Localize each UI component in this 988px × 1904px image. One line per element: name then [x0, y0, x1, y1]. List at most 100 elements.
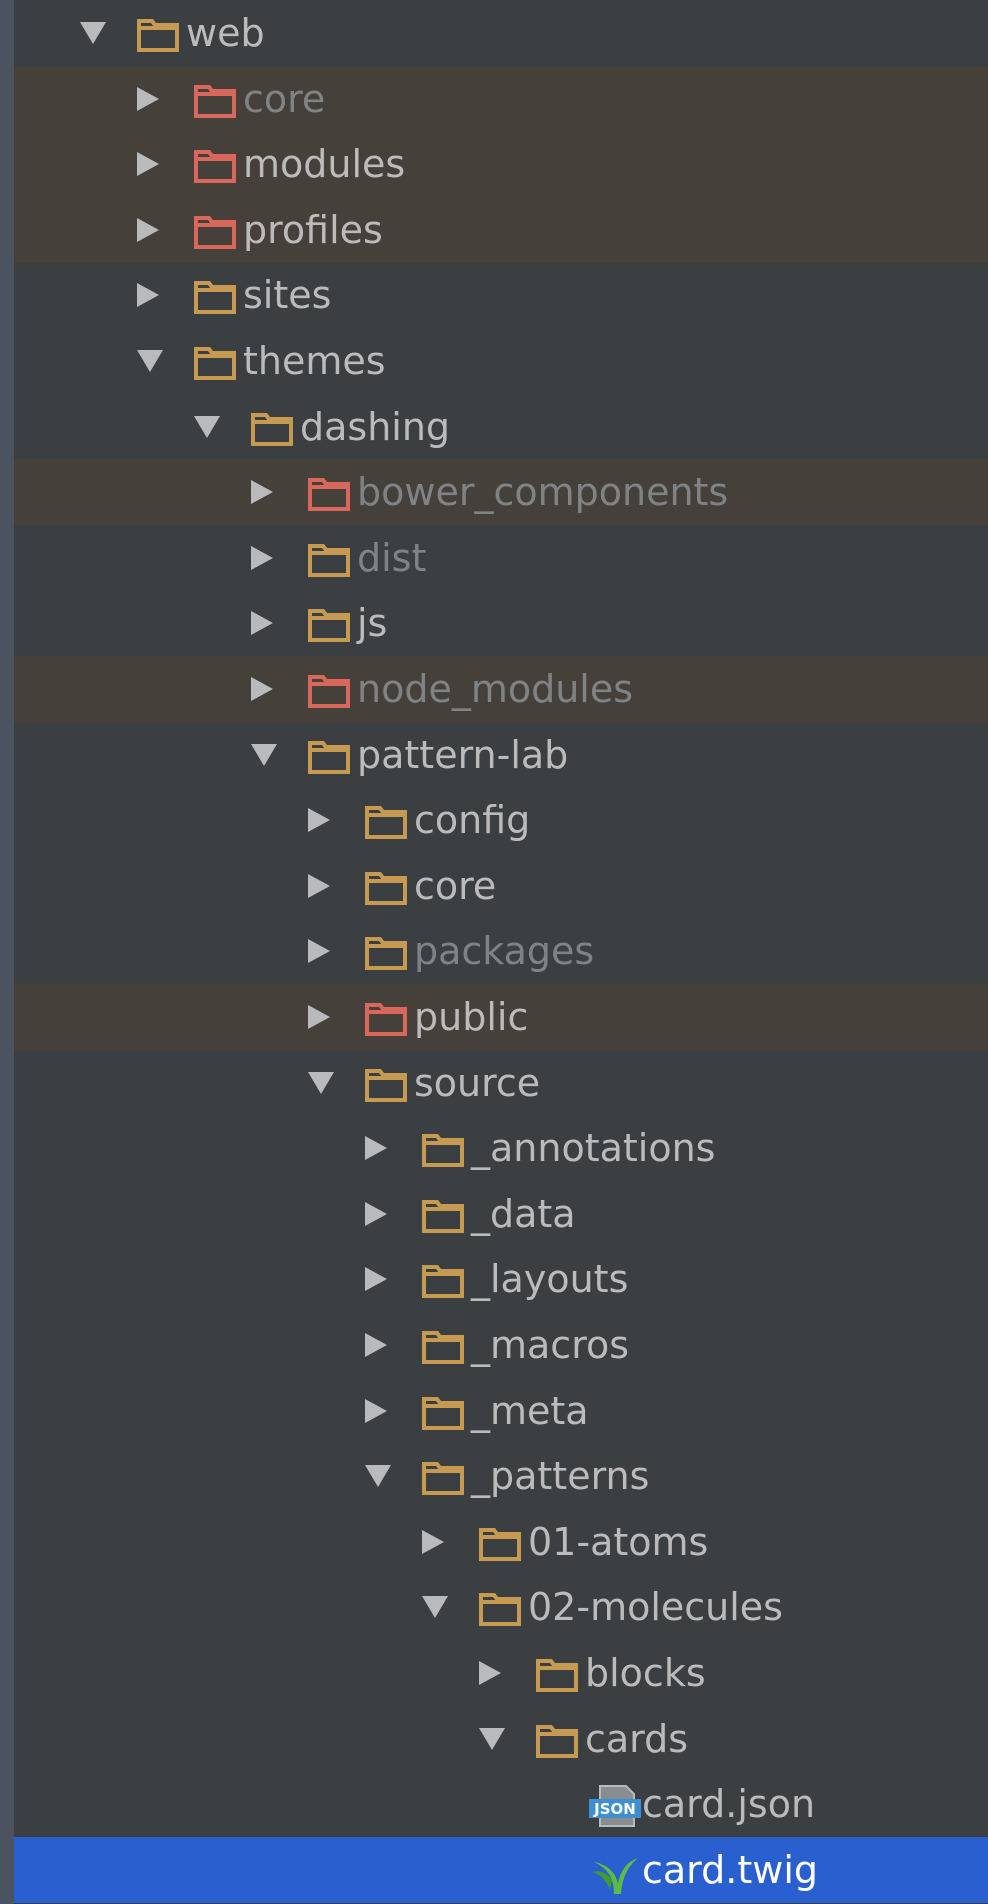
expand-arrow-down-icon[interactable]: [479, 1728, 505, 1750]
folder-icon: [535, 1657, 579, 1693]
tree-item-label: public: [414, 995, 529, 1039]
tree-item-layouts[interactable]: _layouts: [14, 1246, 988, 1312]
json-file-icon: JSON: [588, 1784, 642, 1828]
tree-item-label: _data: [471, 1192, 576, 1236]
folder-icon: [193, 214, 237, 250]
tree-item-node-modules[interactable]: node_modules: [14, 656, 988, 722]
expand-arrow-right-icon[interactable]: [251, 480, 273, 504]
tree-item-core[interactable]: core: [14, 853, 988, 919]
folder-icon: [307, 607, 351, 643]
tree-item-card-json[interactable]: JSON card.json: [14, 1771, 988, 1837]
tree-item-config[interactable]: config: [14, 787, 988, 853]
tree-item-annotations[interactable]: _annotations: [14, 1115, 988, 1181]
expand-arrow-right-icon[interactable]: [308, 808, 330, 832]
folder-icon: [250, 411, 294, 447]
tree-item-01-atoms[interactable]: 01-atoms: [14, 1509, 988, 1575]
expand-arrow-right-icon[interactable]: [308, 939, 330, 963]
expand-arrow-right-icon[interactable]: [365, 1333, 387, 1357]
expand-arrow-right-icon[interactable]: [479, 1661, 501, 1685]
tree-item-js[interactable]: js: [14, 590, 988, 656]
expand-arrow-right-icon[interactable]: [365, 1202, 387, 1226]
tree-item-public[interactable]: public: [14, 984, 988, 1050]
tree-item-label: profiles: [243, 208, 383, 252]
expand-arrow-right-icon[interactable]: [365, 1399, 387, 1423]
tree-item-bower-components[interactable]: bower_components: [14, 459, 988, 525]
tree-item-card-twig[interactable]: card.twig: [14, 1837, 988, 1903]
expand-arrow-right-icon[interactable]: [251, 611, 273, 635]
tree-item-label: _meta: [471, 1389, 589, 1433]
folder-icon: [136, 17, 180, 53]
folder-icon: [478, 1526, 522, 1562]
expand-arrow-down-icon[interactable]: [80, 22, 106, 44]
tree-item-label: source: [414, 1061, 541, 1105]
tree-item-label: core: [243, 77, 326, 121]
tree-item-label: dist: [357, 536, 427, 580]
tree-item-profiles[interactable]: profiles: [14, 197, 988, 263]
tree-item-core[interactable]: core: [14, 66, 988, 132]
tree-item-label: blocks: [585, 1651, 706, 1695]
tree-item-packages[interactable]: packages: [14, 918, 988, 984]
folder-icon: [307, 739, 351, 775]
tree-item-02-molecules[interactable]: 02-molecules: [14, 1574, 988, 1640]
expand-arrow-right-icon[interactable]: [365, 1136, 387, 1160]
expand-arrow-right-icon[interactable]: [137, 152, 159, 176]
tree-item-label: 01-atoms: [528, 1520, 709, 1564]
expand-arrow-right-icon[interactable]: [137, 218, 159, 242]
svg-text:JSON: JSON: [593, 1800, 636, 1818]
expand-arrow-right-icon[interactable]: [422, 1530, 444, 1554]
tree-item-label: core: [414, 864, 497, 908]
expand-arrow-right-icon[interactable]: [365, 1267, 387, 1291]
tree-item-label: modules: [243, 142, 406, 186]
expand-arrow-down-icon[interactable]: [137, 350, 163, 372]
folder-icon: [421, 1460, 465, 1496]
tree-item-meta[interactable]: _meta: [14, 1378, 988, 1444]
tree-item-blocks[interactable]: blocks: [14, 1640, 988, 1706]
project-tree: web core modules profiles sites themes dashing…: [0, 0, 988, 1904]
tree-item-label: dashing: [300, 405, 451, 449]
tree-item-label: card.twig: [642, 1848, 818, 1892]
twig-file-icon: [588, 1850, 642, 1894]
expand-arrow-down-icon[interactable]: [194, 416, 220, 438]
tree-item-data[interactable]: _data: [14, 1181, 988, 1247]
tree-item-cards[interactable]: cards: [14, 1706, 988, 1772]
folder-icon: [307, 476, 351, 512]
tree-item-modules[interactable]: modules: [14, 131, 988, 197]
tree-left-gutter: [0, 0, 14, 1904]
expand-arrow-right-icon[interactable]: [251, 546, 273, 570]
expand-arrow-right-icon[interactable]: [251, 677, 273, 701]
tree-item-label: cards: [585, 1717, 689, 1761]
tree-item-source[interactable]: source: [14, 1050, 988, 1116]
tree-item-themes[interactable]: themes: [14, 328, 988, 394]
folder-icon: [307, 542, 351, 578]
expand-arrow-down-icon[interactable]: [251, 744, 277, 766]
expand-arrow-right-icon[interactable]: [137, 87, 159, 111]
tree-item-web[interactable]: web: [14, 0, 988, 66]
folder-icon: [193, 148, 237, 184]
tree-item-label: sites: [243, 273, 332, 317]
expand-arrow-right-icon[interactable]: [308, 874, 330, 898]
tree-item-sites[interactable]: sites: [14, 262, 988, 328]
tree-item-pattern-lab[interactable]: pattern-lab: [14, 722, 988, 788]
folder-icon: [421, 1395, 465, 1431]
folder-icon: [193, 279, 237, 315]
folder-icon: [421, 1132, 465, 1168]
folder-icon: [193, 345, 237, 381]
tree-item-label: 02-molecules: [528, 1585, 783, 1629]
tree-item-patterns[interactable]: _patterns: [14, 1443, 988, 1509]
folder-icon: [421, 1198, 465, 1234]
tree-item-dashing[interactable]: dashing: [14, 394, 988, 460]
expand-arrow-down-icon[interactable]: [308, 1072, 334, 1094]
expand-arrow-down-icon[interactable]: [422, 1596, 448, 1618]
expand-arrow-right-icon[interactable]: [137, 283, 159, 307]
folder-icon: [421, 1329, 465, 1365]
tree-item-dist[interactable]: dist: [14, 525, 988, 591]
tree-item-label: _macros: [471, 1323, 630, 1367]
tree-item-label: bower_components: [357, 470, 729, 514]
tree-item-label: _patterns: [471, 1454, 650, 1498]
tree-item-macros[interactable]: _macros: [14, 1312, 988, 1378]
expand-arrow-right-icon[interactable]: [308, 1005, 330, 1029]
tree-item-label: pattern-lab: [357, 733, 569, 777]
expand-arrow-down-icon[interactable]: [365, 1465, 391, 1487]
folder-icon: [364, 935, 408, 971]
folder-icon: [364, 870, 408, 906]
